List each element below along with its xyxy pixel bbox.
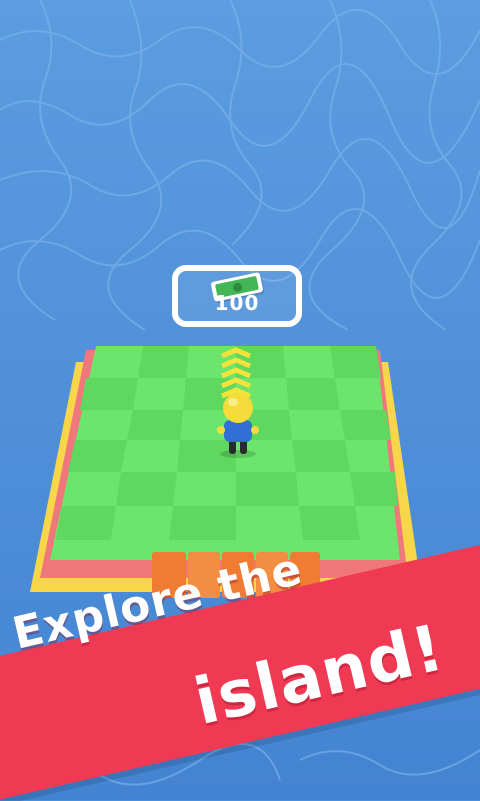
pad-price: 100 [214,291,260,315]
purchase-pad[interactable]: 100 [172,265,302,327]
